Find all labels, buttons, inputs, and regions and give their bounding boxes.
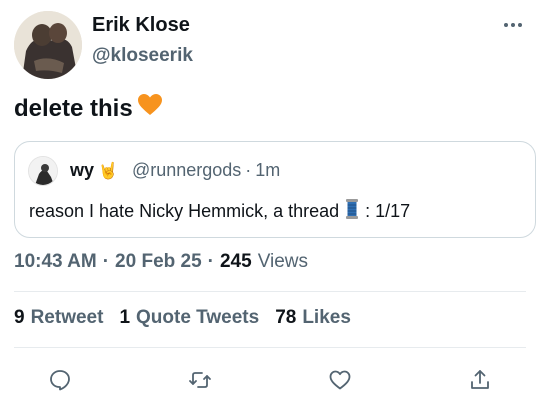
- quoted-author-name[interactable]: wy: [70, 160, 94, 181]
- tweet-body: delete this: [14, 94, 133, 122]
- retweet-icon[interactable]: [184, 364, 216, 396]
- quoted-tweet-time[interactable]: 1m: [255, 160, 280, 181]
- tweet-time[interactable]: 10:43 AM: [14, 251, 97, 273]
- divider: [14, 347, 526, 348]
- quoted-author-avatar[interactable]: [28, 156, 58, 186]
- divider: [14, 291, 526, 292]
- quote-tweets-stat[interactable]: 1 Quote Tweets: [119, 307, 259, 329]
- quote-tweets-count: 1: [119, 307, 131, 328]
- retweets-stat[interactable]: 9 Retweet: [14, 307, 103, 329]
- views-label: Views: [257, 251, 309, 272]
- dot-separator: ·: [102, 251, 110, 272]
- thread-spool-icon: [345, 198, 359, 225]
- quote-tweets-label: Quote Tweets: [136, 307, 260, 328]
- likes-label: Likes: [302, 307, 351, 328]
- dot-separator: ·: [207, 251, 214, 272]
- more-options-icon[interactable]: [504, 23, 522, 27]
- tweet-date[interactable]: 20 Feb 25: [115, 251, 202, 273]
- thread-count: : 1/17: [365, 201, 411, 221]
- quoted-tweet-card[interactable]: wy 🤘 @runnergods · 1m reason I hate Nick…: [14, 141, 536, 238]
- orange-heart-icon: [137, 93, 163, 124]
- likes-count: 78: [275, 307, 297, 328]
- share-icon[interactable]: [464, 364, 496, 396]
- quoted-tweet-text: reason I hate Nicky Hemmick, a thread : …: [29, 198, 410, 225]
- tweet-detail: Erik Klose @kloseerik delete this wy 🤘 @…: [0, 0, 540, 419]
- tweet-action-bar: [0, 360, 540, 400]
- views-count: 245: [219, 251, 252, 272]
- reply-icon[interactable]: [44, 364, 76, 396]
- tweet-stats: 9 Retweet 1 Quote Tweets 78 Likes: [14, 307, 351, 329]
- author-avatar[interactable]: [14, 11, 82, 79]
- quoted-author-handle[interactable]: @runnergods: [132, 160, 241, 181]
- likes-stat[interactable]: 78 Likes: [275, 307, 351, 329]
- quoted-tweet-header: wy 🤘 @runnergods · 1m: [70, 160, 280, 181]
- retweets-count: 9: [14, 307, 25, 328]
- author-handle[interactable]: @kloseerik: [92, 45, 193, 67]
- retweets-label: Retweet: [30, 307, 104, 328]
- author-name[interactable]: Erik Klose: [92, 14, 190, 37]
- quoted-tweet-body: reason I hate Nicky Hemmick, a thread: [29, 201, 340, 221]
- tweet-text: delete this: [14, 93, 163, 124]
- heart-icon[interactable]: [324, 364, 356, 396]
- dot-separator: ·: [245, 160, 252, 180]
- rock-hand-icon: 🤘: [98, 162, 118, 180]
- tweet-meta: 10:43 AM · 20 Feb 25 · 245 Views: [14, 251, 308, 273]
